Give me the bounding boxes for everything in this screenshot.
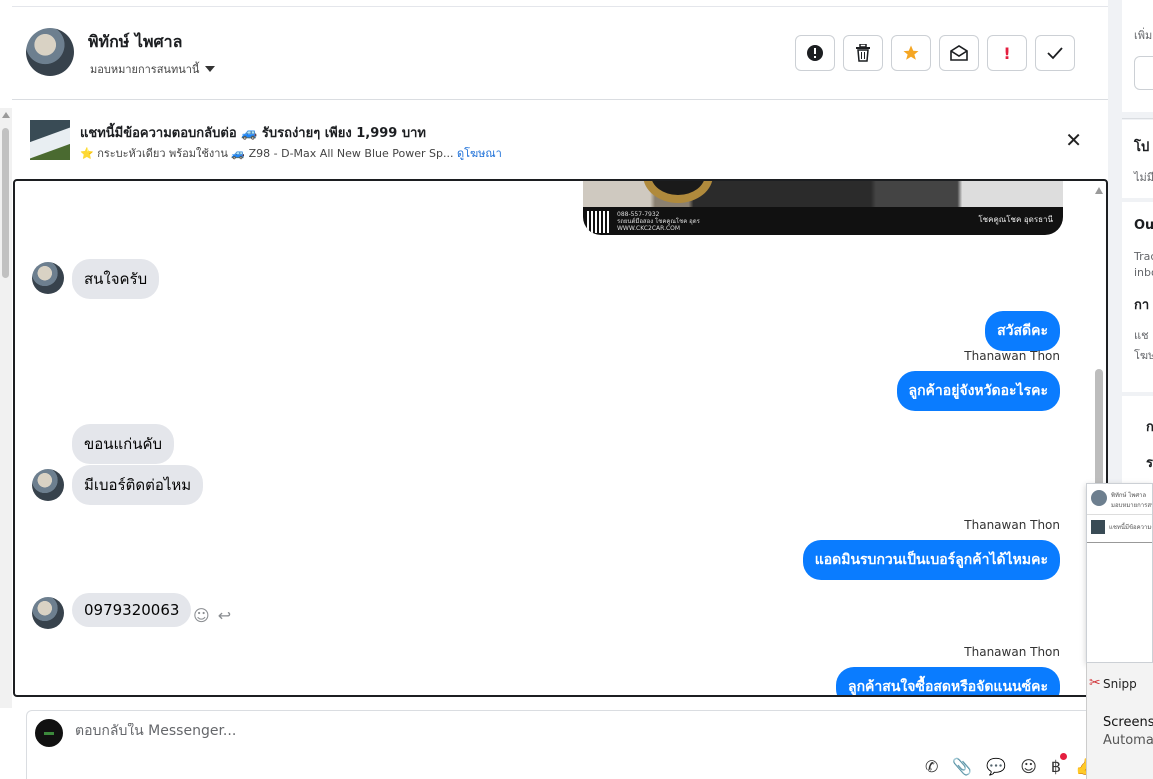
rp-heading: ก	[1146, 420, 1153, 435]
add-button[interactable]	[1134, 56, 1153, 90]
details-card: เพิ่ม	[1122, 0, 1153, 112]
trash-icon	[856, 44, 870, 62]
avatar	[1091, 490, 1107, 506]
ad-thumbnail	[1091, 520, 1105, 534]
envelope-open-icon	[950, 45, 968, 61]
rp-text: ไม่มี	[1134, 171, 1153, 184]
ad-context-banner: แชทนี้มีข้อความตอบกลับต่อ 🚙 รับรถง่ายๆ เ…	[12, 108, 1108, 174]
qr-code	[587, 211, 609, 233]
details-card: โป ไม่มี	[1122, 120, 1153, 198]
rp-text: inbo	[1134, 266, 1153, 279]
outgoing-message[interactable]: ลูกค้าสนใจซื้อสดหรือจัดแนนซ์คะ	[836, 667, 1060, 695]
divider	[1087, 514, 1152, 515]
outgoing-message[interactable]: สวัสดีคะ	[985, 311, 1060, 351]
view-ad-link[interactable]: ดูโฆษณา	[457, 147, 502, 160]
incoming-message[interactable]: 0979320063	[72, 593, 192, 627]
rp-heading: กา	[1134, 298, 1150, 313]
reply-input[interactable]	[75, 723, 875, 739]
avatar[interactable]	[32, 262, 64, 294]
star-icon	[903, 45, 919, 60]
rp-text: เพิ่ม	[1134, 29, 1153, 42]
outgoing-message[interactable]: แอดมินรบกวนเป็นเบอร์ลูกค้าได้ไหมคะ	[802, 540, 1060, 580]
avatar[interactable]	[32, 597, 64, 629]
reply-composer: ✆ 📎 💬 ☺ ฿ 👍	[26, 710, 1108, 779]
scroll-thumb[interactable]	[2, 128, 9, 278]
image-info-shop: รถยนต์มือสอง โชคคูณโชค อุดร	[617, 218, 700, 225]
mark-done-button[interactable]	[1035, 35, 1075, 71]
incoming-message[interactable]: สนใจครับ	[72, 259, 160, 299]
star-button[interactable]	[891, 35, 931, 71]
close-icon[interactable]: ✕	[1065, 128, 1082, 152]
emoji-icon[interactable]: ☺	[1020, 757, 1037, 776]
rp-heading: Ou	[1134, 218, 1153, 233]
notification-title: Screensh	[1103, 715, 1153, 730]
snipping-tool-notification[interactable]: ✂ Snipp Screensh Automat	[1086, 663, 1153, 779]
exclamation-icon: !	[1003, 43, 1011, 63]
notification-subtitle: Automat	[1103, 733, 1153, 748]
sender-name: Thanawan Thon	[964, 645, 1060, 659]
sender-name: Thanawan Thon	[964, 518, 1060, 532]
scroll-up-arrow-icon[interactable]	[2, 112, 10, 118]
incoming-message[interactable]: มีเบอร์ติดต่อไหม	[72, 465, 204, 505]
ad-title: แชทนี้มีข้อความตอบกลับต่อ 🚙 รับรถง่ายๆ เ…	[80, 126, 426, 141]
rp-text: Trac	[1134, 250, 1153, 263]
saved-reply-icon[interactable]: 💬	[986, 757, 1006, 776]
details-card: Ou Trac inbo กา แช โฆษ	[1122, 202, 1153, 392]
caret-down-icon	[205, 66, 216, 72]
scroll-up-arrow-icon[interactable]	[1095, 187, 1103, 194]
flag-important-button[interactable]: !	[987, 35, 1027, 71]
alert-circle-icon	[807, 45, 823, 61]
composer-tools: ✆ 📎 💬 ☺ ฿ 👍	[925, 753, 1095, 776]
details-card: ก ร	[1122, 396, 1153, 486]
rp-text: โฆษ	[1134, 349, 1153, 362]
image-message[interactable]: 088-557-7932 รถยนต์มือสอง โชคคูณโชค อุดร…	[583, 181, 1063, 235]
notification-app-name: Snipp	[1103, 677, 1137, 691]
divider	[12, 6, 1108, 7]
assign-label: มอบหมายการสนทนานี้	[90, 63, 200, 76]
rp-heading: โป	[1134, 140, 1150, 155]
divider	[1122, 118, 1153, 119]
left-scrollbar[interactable]	[0, 108, 12, 708]
checkmark-icon	[1047, 47, 1063, 60]
messenger-inbox: พิทักษ์ ไพศาล มอบหมายการสนทนานี้ ! แชทนี…	[0, 0, 1153, 779]
message-thread[interactable]: 088-557-7932 รถยนต์มือสอง โชคคูณโชค อุดร…	[13, 179, 1108, 697]
image-brand: โชคคูณโชค อุดรธานี	[978, 215, 1053, 224]
mark-unread-button[interactable]	[939, 35, 979, 71]
sender-name: Thanawan Thon	[964, 349, 1060, 363]
header-actions: !	[795, 35, 1075, 71]
react-emoji-icon[interactable]: ☺	[193, 606, 210, 625]
ad-thumbnail[interactable]	[30, 120, 70, 160]
avatar[interactable]	[32, 469, 64, 501]
incoming-message[interactable]: ขอนแก่นคับ	[72, 424, 175, 464]
ad-subtitle-text: ⭐ กระบะหัวเดียว พร้อมใช้งาน 🚙 Z98 - D-Ma…	[80, 147, 454, 160]
image-info-web: WWW.CKC2CAR.COM	[617, 225, 681, 232]
attachment-icon[interactable]: 📎	[952, 757, 972, 776]
contact-name[interactable]: พิทักษ์ ไพศาล	[88, 30, 182, 55]
ad-subtitle: ⭐ กระบะหัวเดียว พร้อมใช้งาน 🚙 Z98 - D-Ma…	[80, 144, 502, 162]
rp-text: แช	[1134, 329, 1149, 342]
rp-heading: ร	[1146, 456, 1153, 471]
reply-icon[interactable]: ↩	[218, 606, 231, 625]
page-avatar	[35, 719, 63, 747]
divider	[1087, 542, 1152, 543]
assign-conversation-dropdown[interactable]: มอบหมายการสนทนานี้	[90, 60, 216, 78]
call-add-icon[interactable]: ✆	[925, 757, 938, 776]
image-info: 088-557-7932 รถยนต์มือสอง โชคคูณโชค อุดร…	[617, 211, 700, 232]
scissors-icon: ✂	[1089, 675, 1101, 691]
outgoing-message[interactable]: ลูกค้าอยู่จังหวัดอะไรคะ	[896, 371, 1060, 411]
message-tools: ☺ ↩	[193, 606, 231, 625]
contact-avatar[interactable]	[26, 28, 74, 76]
payment-baht-icon[interactable]: ฿	[1051, 753, 1068, 776]
delete-button[interactable]	[843, 35, 883, 71]
mark-spam-button[interactable]	[795, 35, 835, 71]
image-info-phone: 088-557-7932	[617, 211, 660, 218]
popup-line: แชทนี้มีข้อความตอบกลับต่อ	[1109, 524, 1152, 531]
conversation-header: พิทักษ์ ไพศาล มอบหมายการสนทนานี้ !	[12, 0, 1108, 100]
thumbnail-preview-popup[interactable]: พิทักษ์ ไพศาล มอบหมายการสนทนานี้ แชทนี้ม…	[1086, 483, 1153, 663]
